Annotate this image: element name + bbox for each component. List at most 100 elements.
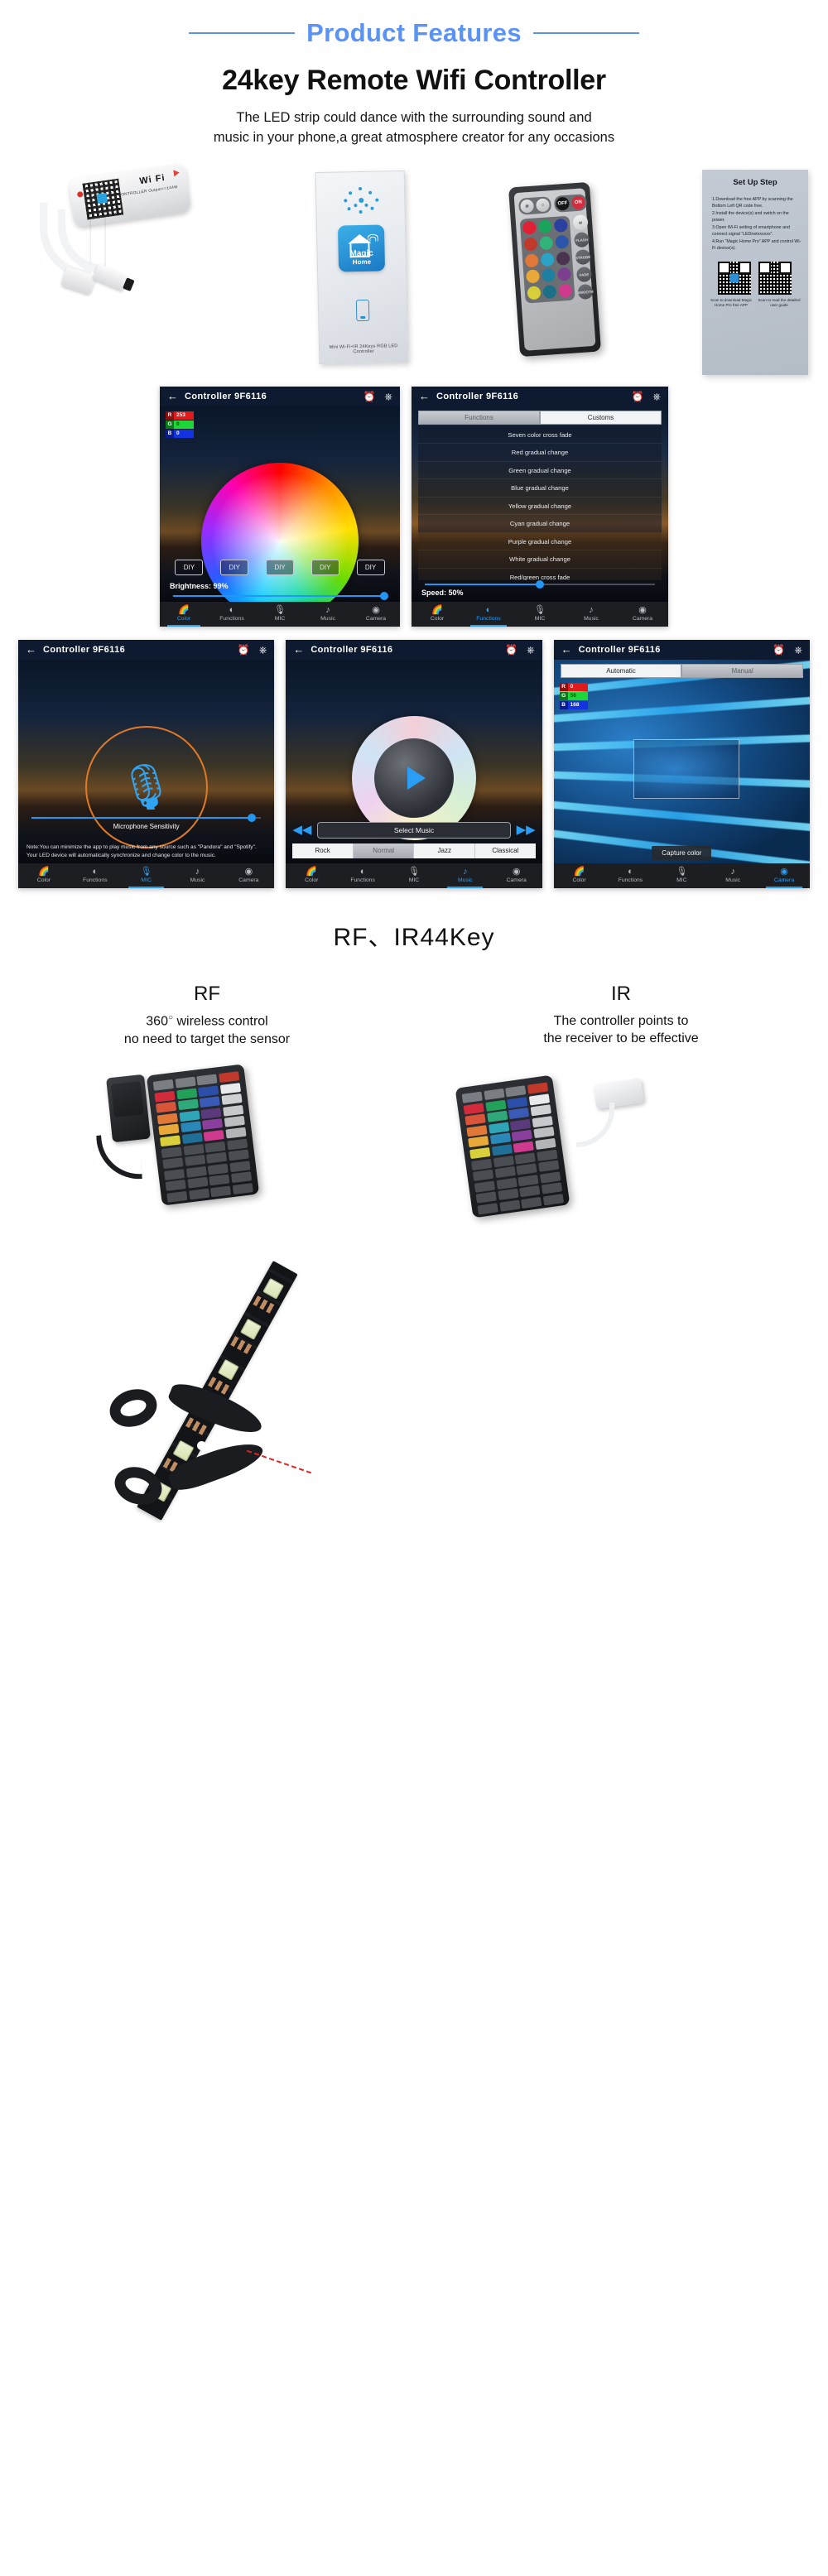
titlebar-icons: ⏰ ⎈	[631, 392, 661, 401]
capture-region[interactable]	[633, 738, 739, 799]
rf-line1-suffix: wireless control	[176, 1014, 268, 1029]
list-item[interactable]: Red gradual change	[418, 444, 662, 462]
nav-functions[interactable]: ◐ Functions	[337, 863, 388, 888]
nav-mic[interactable]: 🎙 MIC	[388, 863, 440, 888]
genre-normal[interactable]: Normal	[353, 843, 415, 858]
remote-top-row: ☀ ☼ OFF ON	[518, 193, 587, 215]
titlebar-icons: ⏰ ⎈	[238, 645, 267, 655]
remote44-keys	[461, 1082, 565, 1215]
mic-sensitivity-slider[interactable]	[31, 813, 262, 822]
nav-mic[interactable]: 🎙 MIC	[256, 602, 304, 627]
rainbow-icon: 🌈	[431, 605, 443, 616]
nav-functions[interactable]: ◐ Functions	[605, 863, 657, 888]
tab-functions[interactable]: Functions	[418, 410, 540, 425]
capture-color-button[interactable]: Capture color	[652, 845, 712, 860]
diy-button[interactable]: DIY	[175, 559, 204, 575]
genre-jazz[interactable]: Jazz	[414, 843, 476, 858]
genre-rock[interactable]: Rock	[292, 843, 354, 858]
rewind-icon[interactable]: ◀◀	[292, 824, 311, 836]
fast-forward-icon[interactable]: ▶▶	[517, 824, 536, 836]
app-title: Controller 9F6116	[436, 391, 519, 401]
nav-camera[interactable]: ◉ Camera	[491, 863, 542, 888]
rf-ir-columns: RF 360○ wireless control no need to targ…	[0, 983, 828, 1049]
genre-tabs: Rock Normal Jazz Classical	[292, 843, 536, 858]
list-item[interactable]: Cyan gradual change	[418, 515, 662, 533]
tab-automatic[interactable]: Automatic	[560, 663, 682, 678]
nav-camera[interactable]: ◉ Camera	[223, 863, 274, 888]
nav-camera[interactable]: ◉ Camera	[352, 602, 400, 627]
alarm-clock-icon[interactable]: ⏰	[363, 392, 375, 401]
nav-music[interactable]: ♪ Music	[304, 602, 352, 627]
genre-classical[interactable]: Classical	[475, 843, 536, 858]
app-screen-mic: ← Controller 9F6116 ⏰ ⎈ 🎙 Microphone Sen…	[18, 639, 275, 888]
app-title: Controller 9F6116	[310, 644, 393, 655]
list-item[interactable]: White gradual change	[418, 550, 662, 569]
tab-customs[interactable]: Customs	[540, 410, 662, 425]
power-icon[interactable]: ⎈	[527, 645, 535, 655]
qr-badge-icon	[96, 192, 108, 204]
alarm-clock-icon[interactable]: ⏰	[631, 392, 643, 401]
power-icon[interactable]: ⎈	[384, 392, 392, 401]
rgb-green: G 56	[559, 691, 588, 700]
diy-button[interactable]: DIY	[220, 559, 249, 575]
nav-mic[interactable]: 🎙 MIC	[121, 863, 172, 888]
list-item[interactable]: Blue gradual change	[418, 479, 662, 497]
rainbow-icon: 🌈	[178, 605, 190, 616]
app-screen-camera: ← Controller 9F6116 ⏰ ⎈ Automatic Manual…	[553, 639, 810, 888]
nav-music[interactable]: ♪ Music	[707, 863, 758, 888]
back-arrow-icon[interactable]: ←	[419, 391, 430, 401]
nav-color[interactable]: 🌈 Color	[160, 602, 208, 627]
select-music-button[interactable]: Select Music	[317, 821, 511, 839]
music-note-icon: ♪	[589, 605, 594, 616]
nav-music[interactable]: ♪ Music	[440, 863, 491, 888]
nav-functions[interactable]: ◐ Functions	[70, 863, 121, 888]
page-title: 24key Remote Wifi Controller	[222, 65, 606, 96]
nav-functions[interactable]: ◐ Functions	[463, 602, 514, 627]
function-list[interactable]: Seven color cross fade Red gradual chang…	[418, 425, 662, 580]
hatched-circle-icon: ◐	[359, 867, 366, 877]
diy-button[interactable]: DIY	[356, 559, 385, 575]
rgb-red-value: 253	[174, 411, 194, 420]
alarm-clock-icon[interactable]: ⏰	[505, 645, 518, 655]
back-arrow-icon[interactable]: ←	[293, 644, 304, 655]
disc-center[interactable]	[373, 738, 454, 818]
alarm-clock-icon[interactable]: ⏰	[773, 645, 785, 655]
alarm-clock-icon[interactable]: ⏰	[238, 645, 250, 655]
diy-button[interactable]: DIY	[310, 559, 339, 575]
power-icon[interactable]: ⎈	[652, 392, 661, 401]
nav-color[interactable]: 🌈 Color	[554, 863, 605, 888]
list-item[interactable]: Red/green cross fade	[418, 568, 662, 580]
nav-camera[interactable]: ◉ Camera	[758, 863, 810, 888]
camera-icon: ◉	[244, 867, 253, 877]
app-titlebar: ← Controller 9F6116 ⏰ ⎈	[553, 639, 810, 660]
diy-button-row: DIY DIY DIY DIY DIY	[160, 559, 400, 575]
back-arrow-icon[interactable]: ←	[167, 391, 178, 401]
list-item[interactable]: Green gradual change	[418, 461, 662, 480]
app-title: Controller 9F6116	[185, 391, 267, 401]
rgb-red-key: R	[559, 682, 568, 691]
nav-camera[interactable]: ◉ Camera	[617, 602, 668, 627]
hatched-circle-icon: ◐	[92, 867, 99, 877]
brightness-slider[interactable]	[173, 591, 389, 600]
remote-off-key: OFF	[555, 196, 570, 211]
nav-color[interactable]: 🌈 Color	[412, 602, 463, 627]
nav-mic[interactable]: 🎙 MIC	[656, 863, 707, 888]
back-arrow-icon[interactable]: ←	[561, 644, 572, 655]
play-icon[interactable]	[407, 766, 426, 790]
diy-button[interactable]: DIY	[265, 559, 294, 575]
power-icon[interactable]: ⎈	[794, 645, 802, 655]
nav-music[interactable]: ♪ Music	[172, 863, 224, 888]
list-item[interactable]: Yellow gradual change	[418, 497, 662, 516]
nav-music[interactable]: ♪ Music	[566, 602, 617, 627]
nav-color[interactable]: 🌈 Color	[18, 863, 70, 888]
list-item[interactable]: Purple gradual change	[418, 532, 662, 551]
speed-slider[interactable]	[425, 579, 655, 589]
power-icon[interactable]: ⎈	[259, 645, 267, 655]
nav-mic[interactable]: 🎙 MIC	[514, 602, 566, 627]
nav-color[interactable]: 🌈 Color	[286, 863, 337, 888]
list-item[interactable]: Seven color cross fade	[418, 425, 662, 445]
rgb-red-value: 0	[567, 682, 588, 691]
tab-manual[interactable]: Manual	[681, 663, 803, 678]
back-arrow-icon[interactable]: ←	[26, 644, 36, 655]
nav-functions[interactable]: ◐ Functions	[208, 602, 256, 627]
